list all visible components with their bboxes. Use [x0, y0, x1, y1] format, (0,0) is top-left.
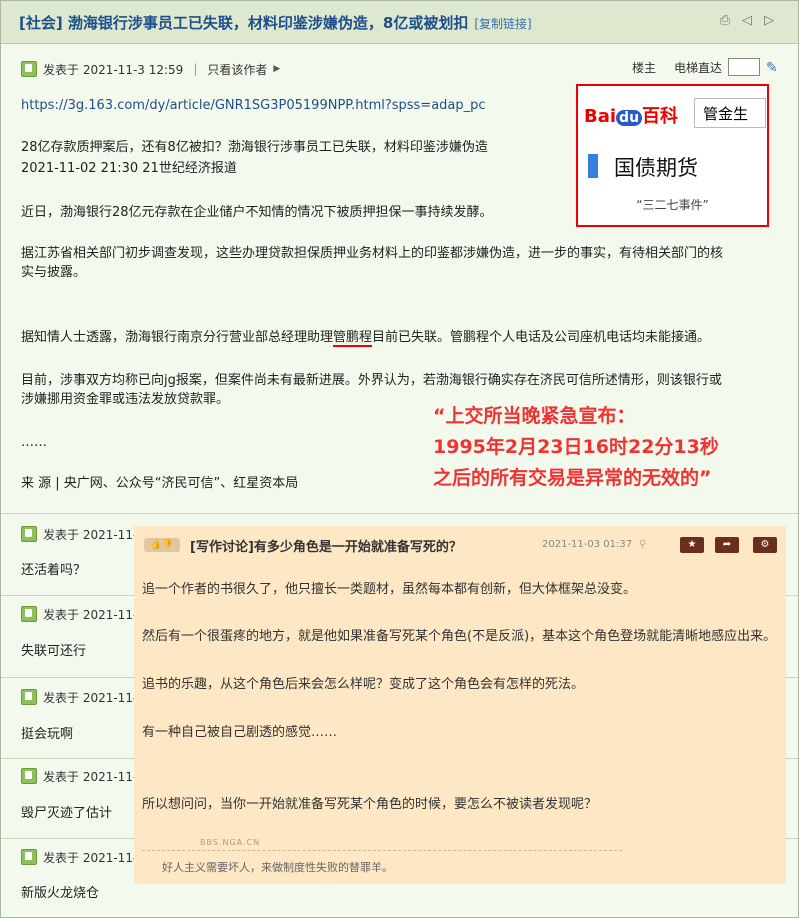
site-watermark: BBS.NGA.CN — [200, 838, 261, 847]
thread-frame: [社会] 渤海银行涉事员工已失联，材料印鉴涉嫌伪造，8亿或被划扣 [复制链接] ⎙… — [0, 0, 799, 918]
play-arrow-icon: ▶ — [273, 64, 281, 74]
article-link[interactable]: https://3g.163.com/dy/article/GNR1SG3P05… — [21, 98, 486, 113]
separator: | — [193, 62, 198, 76]
reply-date: 发表于 2021-11-3 — [43, 607, 145, 622]
overlay-para-3: 追书的乐趣，从这个角色后来会怎么样呢？变成了这个角色会有怎样的死法。 — [142, 677, 585, 692]
user-avatar-icon[interactable] — [21, 606, 37, 622]
user-signature: 好人主义需要坏人，来做制度性失败的替罪羊。 — [162, 861, 393, 874]
overlay-forum-post: 👍👎 [写作讨论]有多少角色是一开始就准备写死的？ 2021-11-03 01:… — [134, 526, 786, 884]
reply-header: 发表于 2021-11-3 — [21, 846, 145, 868]
baidu-logo: Bai du 百科 — [584, 102, 678, 128]
logo-baike: 百科 — [642, 106, 679, 127]
reply-date: 发表于 2021-11-3 — [43, 850, 145, 865]
article-link-row: https://3g.163.com/dy/article/GNR1SG3P05… — [21, 97, 486, 115]
floor-jump-input[interactable] — [728, 58, 760, 76]
reply-header: 发表于 2021-11-3 — [21, 603, 145, 625]
article-para-3: 据知情人士透露，渤海银行南京分行营业部总经理助理管鹏程目前已失联。管鹏程个人电话… — [21, 329, 710, 347]
overlay-post-header: 👍👎 [写作讨论]有多少角色是一开始就准备写死的？ 2021-11-03 01:… — [144, 536, 780, 556]
reply-date: 发表于 2021-11-3 — [43, 527, 145, 542]
para-3-start: 据知情人士透露，渤海银行南京分行营业部总经理助理 — [21, 330, 334, 345]
star-icon[interactable]: ★ — [680, 537, 704, 553]
overlay-post-title[interactable]: [写作讨论]有多少角色是一开始就准备写死的？ — [190, 536, 462, 555]
overlay-para-4: 有一种自己被自己剧透的感觉…… — [142, 725, 338, 740]
pen-icon[interactable]: ✎ — [766, 60, 780, 76]
article-para-4b: 涉嫌挪用资金罪或违法发放贷款罪。 — [21, 392, 230, 407]
para-3-end: 目前已失联。管鹏程个人电话及公司座机电话均未能接通。 — [372, 330, 711, 345]
baidu-search-input[interactable]: 管金生 — [694, 98, 766, 128]
only-author-link[interactable]: 只看该作者 — [207, 61, 267, 78]
user-avatar-icon[interactable] — [21, 526, 37, 542]
title-accent-bar — [588, 154, 598, 178]
user-avatar-icon[interactable] — [21, 61, 37, 77]
article-para-2a: 据江苏省相关部门初步调查发现，这些办理贷款担保质押业务材料上的印鉴都涉嫌伪造，进… — [21, 246, 724, 261]
floor-tools: 楼主 电梯直达 ✎ — [632, 58, 780, 76]
red-quote-line-1: “上交所当晚紧急宣布： — [433, 405, 636, 427]
baidu-baike-inset: Bai du 百科 管金生 国债期货 “三二七事件” — [576, 84, 769, 227]
overlay-post-date: 2021-11-03 01:37 — [542, 539, 633, 550]
user-avatar-icon[interactable] — [21, 849, 37, 865]
reply-header: 发表于 2021-11-3 — [21, 686, 145, 708]
logo-bai: Bai — [584, 106, 617, 127]
article-para-1: 近日，渤海银行28亿元存款在企业储户不知情的情况下被质押担保一事持续发酵。 — [21, 205, 493, 220]
thread-title-text: [社会] 渤海银行涉事员工已失联，材料印鉴涉嫌伪造，8亿或被划扣 — [19, 14, 469, 32]
signature-divider — [142, 850, 622, 851]
reply-header: 发表于 2021-11-3 — [21, 523, 145, 545]
logo-paw: du — [616, 110, 643, 126]
reply-date: 发表于 2021-11-3 — [43, 769, 145, 784]
pin-icon: ⚲ — [639, 539, 647, 550]
overlay-para-2: 然后有一个很蛋疼的地方，就是他如果准备写死某个角色(不是反派)，基本这个角色登场… — [142, 629, 777, 644]
title-icons: ⎙ ◁ ▷ — [718, 14, 776, 28]
print-icon[interactable]: ⎙ — [718, 14, 732, 28]
red-quote-line-3: 之后的所有交易是异常的无效的” — [433, 467, 712, 489]
article-para-2b: 实与披露。 — [21, 265, 87, 280]
article-source: 来 源 | 央广网、公众号“济民可信”、红星资本局 — [21, 476, 299, 491]
elevator-label: 电梯直达 — [673, 60, 722, 75]
overlay-para-5: 所以想问问，当你一开始就准备写死某个角色的时候，要怎么不被读者发现呢？ — [142, 797, 598, 812]
baike-entry-title: 国债期货 — [614, 156, 698, 180]
red-quote-line-2: 1995年2月23日16时22分13秒 — [433, 436, 719, 458]
reply-text: 还活着吗？ — [21, 563, 87, 578]
main-post-header: 发表于 2021-11-3 12:59 | 只看该作者 ▶ — [21, 58, 280, 80]
reply-date: 发表于 2021-11-3 — [43, 690, 145, 705]
reply-text: 失联可还行 — [21, 644, 87, 659]
baike-entry-subtitle: “三二七事件” — [636, 198, 709, 212]
post-date: 发表于 2021-11-3 12:59 — [43, 62, 184, 77]
thumbs-icon[interactable]: 👍👎 — [144, 538, 180, 552]
copy-link[interactable]: [复制链接] — [474, 17, 531, 31]
thread-title: [社会] 渤海银行涉事员工已失联，材料印鉴涉嫌伪造，8亿或被划扣 [复制链接] — [19, 12, 532, 33]
article-headline: 28亿存款质押案后，还有8亿被扣？渤海银行涉事员工已失联，材料印鉴涉嫌伪造 — [21, 140, 488, 155]
reply-header: 发表于 2021-11-3 — [21, 765, 145, 787]
article-para-4a: 目前，涉事双方均称已向jg报案，但案件尚未有最新进展。外界认为，若渤海银行确实存… — [21, 373, 722, 388]
reply-text: 毁尸灭迹了估计 — [21, 806, 113, 821]
prev-arrow-icon[interactable]: ◁ — [740, 14, 754, 28]
floor-label: 楼主 — [631, 60, 656, 75]
reply-text: 挺会玩啊 — [21, 727, 74, 742]
divider — [1, 513, 798, 514]
reply-text: 新版火龙烧仓 — [21, 886, 100, 901]
next-arrow-icon[interactable]: ▷ — [762, 14, 776, 28]
user-avatar-icon[interactable] — [21, 689, 37, 705]
article-ellipsis: …… — [21, 435, 47, 450]
article-meta: 2021-11-02 21:30 21世纪经济报道 — [21, 161, 237, 176]
share-icon[interactable]: ➦ — [715, 537, 739, 553]
highlighted-name: 管鹏程 — [333, 330, 373, 347]
thread-title-bar: [社会] 渤海银行涉事员工已失联，材料印鉴涉嫌伪造，8亿或被划扣 [复制链接] ⎙… — [1, 1, 798, 44]
gear-icon[interactable]: ⚙ — [753, 537, 777, 553]
user-avatar-icon[interactable] — [21, 768, 37, 784]
overlay-para-1: 追一个作者的书很久了，他只擅长一类题材，虽然每本都有创新，但大体框架总没变。 — [142, 582, 637, 597]
